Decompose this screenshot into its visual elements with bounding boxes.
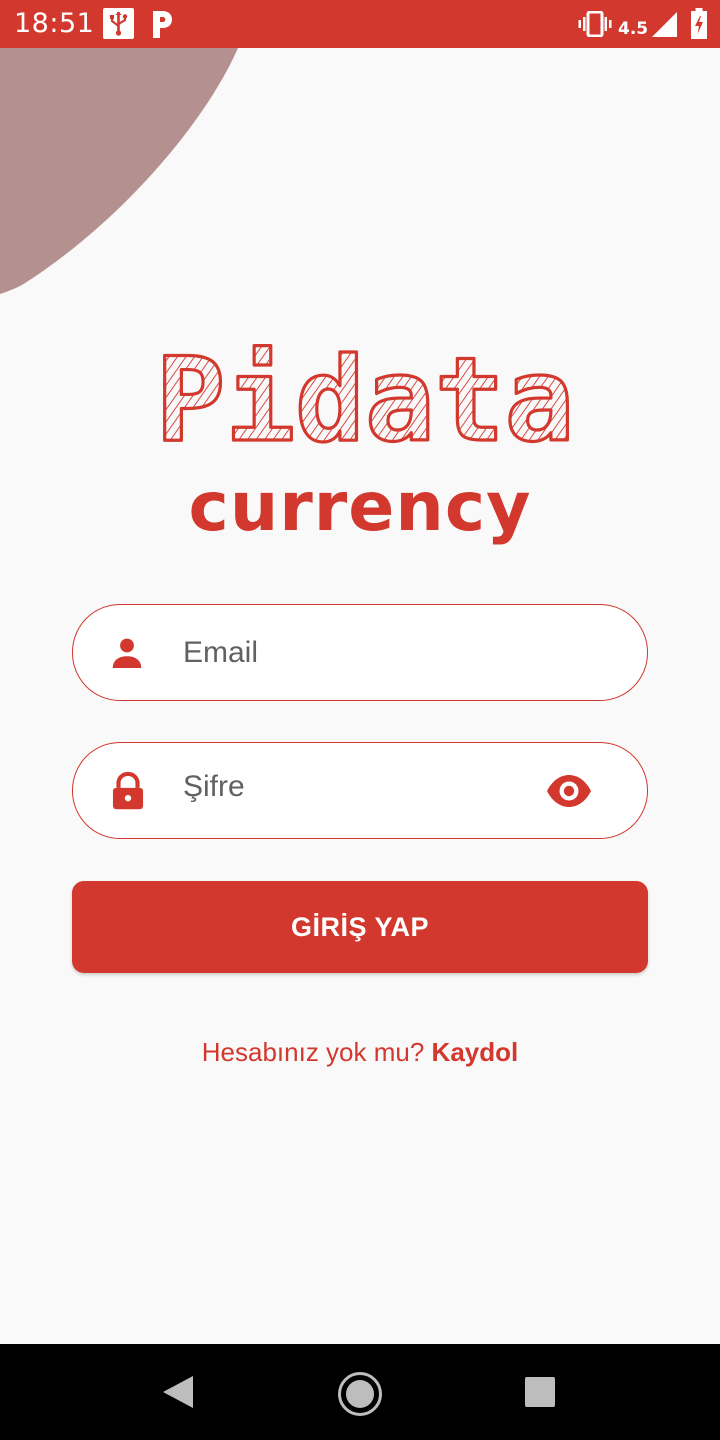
password-field[interactable] <box>72 742 648 839</box>
recents-icon[interactable] <box>524 1376 556 1408</box>
email-field[interactable] <box>72 604 648 701</box>
parking-app-icon <box>153 11 172 38</box>
person-icon <box>112 638 142 668</box>
eye-icon[interactable] <box>546 774 592 808</box>
usb-icon <box>103 8 134 39</box>
network-4-5g-icon: 4.5G <box>618 19 648 38</box>
signup-link[interactable]: Kaydol <box>432 1037 519 1067</box>
signal-icon <box>652 12 677 37</box>
back-icon[interactable] <box>160 1374 196 1410</box>
svg-text:4.5G: 4.5G <box>618 19 648 38</box>
status-bar: 18:51 4.5G <box>0 0 720 48</box>
app-logo: Pidata <box>160 332 570 452</box>
lock-icon <box>112 771 144 810</box>
status-time: 18:51 <box>14 8 95 39</box>
signup-prompt: Hesabınız yok mu? Kaydol <box>0 1034 720 1070</box>
password-input[interactable] <box>183 759 513 815</box>
decorative-blob <box>0 48 238 294</box>
home-icon[interactable] <box>336 1370 384 1418</box>
vibrate-icon <box>578 11 612 37</box>
system-nav-bar <box>0 1344 720 1440</box>
email-input[interactable] <box>183 625 513 681</box>
logo-subtitle: currency <box>188 468 532 547</box>
logo-title: Pidata <box>160 333 570 452</box>
login-button[interactable]: GİRİŞ YAP <box>72 881 648 973</box>
battery-charging-icon <box>691 8 707 39</box>
signup-prompt-text: Hesabınız yok mu? <box>201 1037 425 1067</box>
